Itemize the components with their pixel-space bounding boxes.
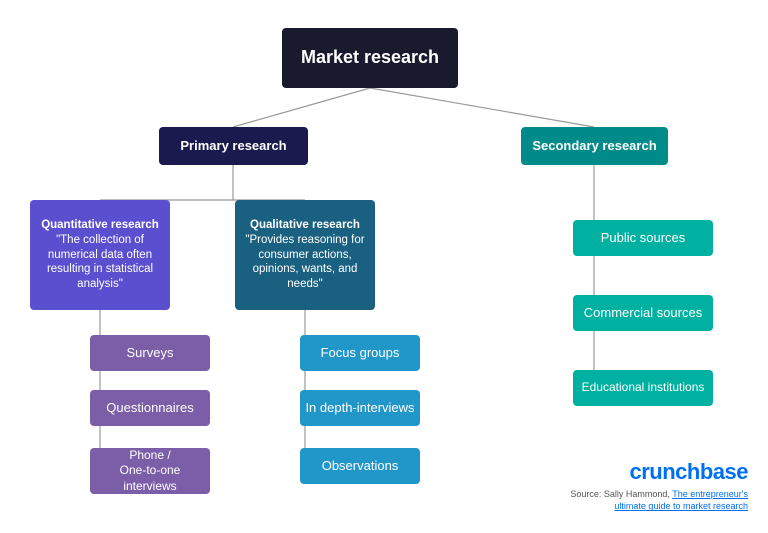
secondary-research-node: Secondary research [521,127,668,165]
qualitative-label: Qualitative research"Provides reasoning … [243,218,367,293]
questionnaires-label: Questionnaires [106,400,193,417]
market-research-label: Market research [301,46,439,69]
educational-institutions-label: Educational institutions [582,380,705,396]
indepth-interviews-node: In depth-interviews [300,390,420,426]
source-line1: Source: Sally Hammond, [570,489,670,499]
quantitative-research-node: Quantitative research"The collection of … [30,200,170,310]
focus-groups-label: Focus groups [321,345,400,362]
crunchbase-logo: crunchbase [570,459,748,485]
commercial-sources-node: Commercial sources [573,295,713,331]
crunchbase-source: Source: Sally Hammond, The entrepreneur'… [570,488,748,513]
surveys-label: Surveys [127,345,174,362]
indepth-interviews-label: In depth-interviews [305,400,414,417]
crunchbase-area: crunchbase Source: Sally Hammond, The en… [570,459,748,513]
commercial-sources-label: Commercial sources [584,305,702,322]
phone-interviews-node: Phone /One-to-one interviews [90,448,210,494]
secondary-research-label: Secondary research [532,138,656,155]
market-research-node: Market research [282,28,458,88]
primary-research-node: Primary research [159,127,308,165]
public-sources-node: Public sources [573,220,713,256]
public-sources-label: Public sources [601,230,686,247]
phone-interviews-label: Phone /One-to-one interviews [94,448,206,495]
focus-groups-node: Focus groups [300,335,420,371]
quantitative-label: Quantitative research"The collection of … [38,218,162,293]
observations-node: Observations [300,448,420,484]
observations-label: Observations [322,458,399,475]
qualitative-research-node: Qualitative research"Provides reasoning … [235,200,375,310]
surveys-node: Surveys [90,335,210,371]
educational-institutions-node: Educational institutions [573,370,713,406]
primary-research-label: Primary research [180,138,286,155]
questionnaires-node: Questionnaires [90,390,210,426]
